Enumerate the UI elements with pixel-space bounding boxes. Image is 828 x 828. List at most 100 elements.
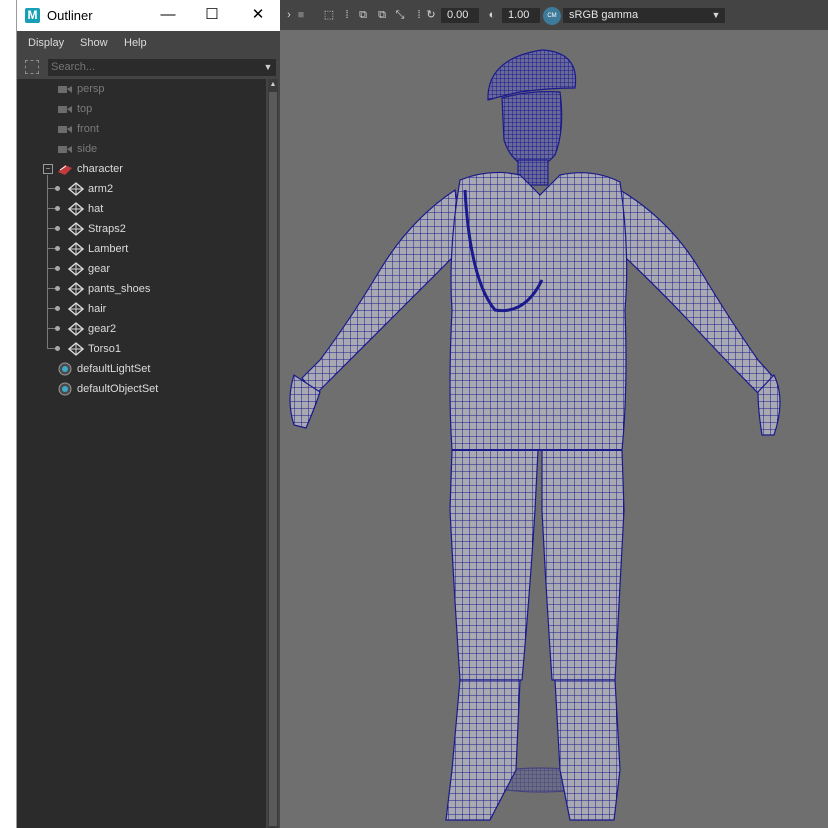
outliner-item-label: Straps2	[88, 223, 126, 235]
camera-icon	[57, 142, 73, 156]
multi-window-icon[interactable]: ⧉	[356, 8, 370, 22]
mesh-icon	[67, 182, 85, 196]
mesh-icon	[67, 302, 85, 316]
chevron-down-icon[interactable]: ▼	[708, 8, 724, 23]
outliner-window: M Outliner — ☐ ✕ Display Show Help ▼ per…	[16, 0, 280, 828]
left-boot-mesh	[445, 679, 521, 821]
layers-icon[interactable]: ⧉	[375, 8, 389, 22]
left-leg-mesh	[449, 449, 539, 681]
visibility-dot[interactable]	[55, 246, 60, 251]
color-management-icon[interactable]: CM	[543, 7, 561, 25]
exposure-field[interactable]	[441, 8, 479, 23]
isolate-icon[interactable]: ⁞	[340, 8, 354, 22]
left-arm-mesh	[301, 188, 466, 396]
mesh-icon	[67, 262, 85, 276]
outliner-item[interactable]: Torso1	[17, 339, 266, 359]
outliner-titlebar[interactable]: M Outliner — ☐ ✕	[17, 0, 280, 31]
mesh-icon	[67, 222, 85, 236]
menu-show[interactable]: Show	[80, 37, 108, 49]
mesh-icon	[67, 242, 85, 256]
minimize-icon[interactable]: —	[156, 4, 180, 26]
outliner-item-label: side	[77, 143, 98, 155]
torso-mesh	[449, 171, 628, 451]
search-input[interactable]	[48, 59, 276, 76]
set-icon	[57, 382, 73, 396]
toolbar-square-icon[interactable]: ■	[294, 8, 308, 22]
camera-icon	[57, 82, 73, 96]
outliner-item-label: pants_shoes	[88, 283, 151, 295]
scroll-up-icon[interactable]: ▲	[268, 81, 278, 89]
outliner-item-label: defaultLightSet	[77, 363, 151, 375]
outliner-item[interactable]: pants_shoes	[17, 279, 266, 299]
outliner-item-label: arm2	[88, 183, 114, 195]
outliner-item[interactable]: hat	[17, 199, 266, 219]
window-title: Outliner	[47, 8, 93, 23]
maya-logo-icon: M	[25, 8, 40, 23]
menu-help[interactable]: Help	[124, 37, 147, 49]
maximize-icon[interactable]: ☐	[200, 4, 224, 26]
mesh-icon	[67, 342, 85, 356]
search-dropdown-icon[interactable]: ▼	[261, 60, 275, 75]
outliner-scrollbar[interactable]: ▲	[268, 79, 278, 828]
camera-icon	[57, 122, 73, 136]
outliner-item[interactable]: hair	[17, 299, 266, 319]
outliner-item[interactable]: gear	[17, 259, 266, 279]
menu-display[interactable]: Display	[28, 37, 64, 49]
mesh-icon	[67, 202, 85, 216]
outliner-item-label: hair	[88, 303, 107, 315]
resize-icon[interactable]: ⤡	[393, 8, 407, 22]
color-space-select[interactable]: sRGB gamma	[563, 8, 725, 23]
viewport-panel[interactable]: › ■ ⬚ ⁞ ⧉ ⧉ ⤡ ⁞ ↻ ◐ CM sRGB gamma ▼	[280, 0, 828, 828]
group-icon	[57, 162, 73, 176]
gamma-field[interactable]	[502, 8, 540, 23]
outliner-item-label: persp	[77, 83, 105, 95]
exposure-icon[interactable]: ↻	[424, 8, 438, 22]
visibility-dot[interactable]	[55, 346, 60, 351]
right-arm-mesh	[611, 189, 777, 398]
outliner-item[interactable]: arm2	[17, 179, 266, 199]
outliner-item[interactable]: front	[17, 119, 266, 139]
outliner-item[interactable]: defaultObjectSet	[17, 379, 266, 399]
outliner-item[interactable]: Lambert	[17, 239, 266, 259]
outliner-item-label: Lambert	[88, 243, 129, 255]
right-boot-mesh	[554, 679, 621, 821]
outliner-item[interactable]: defaultLightSet	[17, 359, 266, 379]
outliner-item[interactable]: side	[17, 139, 266, 159]
close-icon[interactable]: ✕	[246, 4, 270, 26]
mesh-icon	[67, 322, 85, 336]
outliner-item[interactable]: persp	[17, 79, 266, 99]
collapse-icon[interactable]: −	[43, 164, 53, 174]
scroll-thumb[interactable]	[269, 92, 277, 826]
outliner-menubar: Display Show Help	[17, 31, 280, 54]
outliner-item-label: front	[77, 123, 100, 135]
outliner-item-label: defaultObjectSet	[77, 383, 159, 395]
visibility-dot[interactable]	[55, 286, 60, 291]
outliner-item[interactable]: gear2	[17, 319, 266, 339]
gamma-icon[interactable]: ◐	[485, 8, 499, 22]
frame-selection-icon[interactable]: ⬚	[322, 8, 336, 22]
outliner-item[interactable]: top	[17, 99, 266, 119]
visibility-dot[interactable]	[55, 226, 60, 231]
outliner-item[interactable]: Straps2	[17, 219, 266, 239]
visibility-dot[interactable]	[55, 266, 60, 271]
visibility-dot[interactable]	[55, 326, 60, 331]
outliner-item[interactable]: − character	[17, 159, 266, 179]
head-mesh	[501, 91, 563, 169]
character-wireframe-mesh	[289, 49, 781, 821]
visibility-dot[interactable]	[55, 306, 60, 311]
outliner-item-label: character	[77, 163, 123, 175]
right-leg-mesh	[541, 449, 625, 681]
set-icon	[57, 362, 73, 376]
viewport-toolbar: › ■ ⬚ ⁞ ⧉ ⧉ ⤡ ⁞ ↻ ◐ CM sRGB gamma ▼	[280, 0, 828, 30]
outliner-item-label: Torso1	[88, 343, 122, 355]
mesh-icon	[67, 282, 85, 296]
outliner-item-label: hat	[88, 203, 104, 215]
outliner-item-label: gear2	[88, 323, 117, 335]
camera-icon	[57, 102, 73, 116]
outliner-item-label: top	[77, 103, 93, 115]
visibility-dot[interactable]	[55, 206, 60, 211]
visibility-dot[interactable]	[55, 186, 60, 191]
outliner-item-label: gear	[88, 263, 111, 275]
filter-icon[interactable]	[25, 60, 39, 74]
outliner-list: persp top front side − character arm2 hat Straps…	[17, 79, 266, 828]
